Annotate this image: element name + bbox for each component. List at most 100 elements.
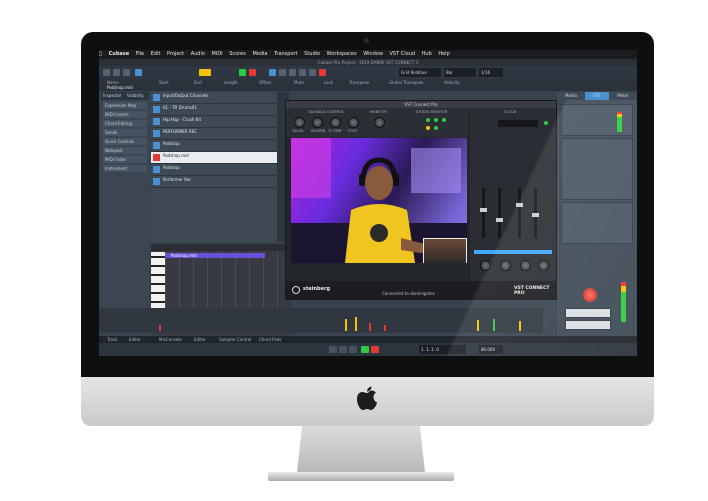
output-knob[interactable]: [480, 260, 491, 271]
record-button[interactable]: [249, 69, 256, 76]
redo-button[interactable]: [123, 69, 130, 76]
track-name: Padshop.mid: [163, 153, 189, 158]
inspector-section-notepad[interactable]: Notepad: [103, 147, 147, 154]
output-knob[interactable]: [500, 260, 511, 271]
self-view-thumbnail: [423, 238, 467, 263]
menu-cubase[interactable]: Cubase: [109, 51, 130, 57]
menu-midi[interactable]: MIDI: [212, 51, 223, 57]
track-name: Performer Rec: [163, 177, 192, 182]
controller-lane[interactable]: [99, 308, 543, 333]
track-row[interactable]: Padshop: [151, 140, 277, 152]
track-row[interactable]: Hip Hop - Crush Kit: [151, 116, 277, 128]
talkback-button[interactable]: [565, 320, 611, 330]
menu-window[interactable]: Window: [363, 51, 383, 57]
inspector-section-sends[interactable]: Sends: [103, 129, 147, 136]
monitor-section-label: MONITOR: [370, 110, 387, 114]
cloud-selector[interactable]: [498, 120, 538, 127]
visibility-tab[interactable]: Visibility: [123, 93, 144, 98]
activate-project-button[interactable]: [103, 69, 110, 76]
track-color-swatch: [153, 154, 160, 161]
inspector-section-instrument[interactable]: Instrument: [103, 165, 147, 172]
transport-record-button[interactable]: [371, 346, 379, 353]
tab-vst[interactable]: VST: [585, 92, 609, 100]
track-row[interactable]: Padshop: [151, 164, 277, 176]
inspector-section-quick-controls[interactable]: Quick Controls: [103, 138, 147, 145]
tab-chord-pads[interactable]: Chord Pads: [259, 336, 281, 343]
tab-editor[interactable]: Editor: [129, 336, 141, 343]
track-row[interactable]: Performer Rec: [151, 176, 277, 188]
menu-hub[interactable]: Hub: [422, 51, 432, 57]
output-knob[interactable]: [520, 260, 531, 271]
inspector-section-midi-fader[interactable]: MIDI Fader: [103, 156, 147, 163]
info-event-name[interactable]: Padshop.mid: [107, 85, 133, 90]
menu-studio[interactable]: Studio: [304, 51, 320, 57]
cycle-button[interactable]: [349, 346, 357, 353]
transport-play-button[interactable]: [361, 346, 369, 353]
menu-vst-cloud[interactable]: VST Cloud: [390, 51, 416, 57]
tab-track[interactable]: Track: [107, 336, 117, 343]
inspector-section-midi-inserts[interactable]: MIDI Inserts: [103, 111, 147, 118]
erase-tool[interactable]: [309, 69, 316, 76]
track-name: Padshop: [163, 165, 180, 170]
menu-project[interactable]: Project: [167, 51, 184, 57]
performer-knob[interactable]: [330, 117, 341, 128]
undo-button[interactable]: [113, 69, 120, 76]
mute-tool[interactable]: [319, 69, 326, 76]
menu-workspaces[interactable]: Workspaces: [327, 51, 357, 57]
tab-meter[interactable]: Meter: [611, 92, 635, 100]
cloud-section-label: CLOUD: [504, 110, 517, 114]
fader-handle[interactable]: [496, 218, 503, 222]
menu-scores[interactable]: Scores: [229, 51, 246, 57]
object-select-tool[interactable]: [269, 69, 276, 76]
status-led: [442, 118, 446, 122]
inspector-section-chord-editing[interactable]: Chord Editing: [103, 120, 147, 127]
velocity-bar: [477, 320, 479, 331]
status-led: [426, 118, 430, 122]
track-row[interactable]: PERFORMER REC: [151, 128, 277, 140]
menu-help[interactable]: Help: [438, 51, 449, 57]
preset-button[interactable]: [565, 308, 611, 318]
track-row-selected[interactable]: Padshop.mid: [151, 152, 277, 164]
range-tool[interactable]: [279, 69, 286, 76]
play-button[interactable]: [239, 69, 246, 76]
menu-audio[interactable]: Audio: [191, 51, 205, 57]
inspector-section-expression-map[interactable]: Expression Map: [103, 102, 147, 109]
automation-mode-button[interactable]: [199, 69, 211, 76]
quantize-select[interactable]: 1/16: [479, 68, 503, 77]
fader-handle[interactable]: [532, 213, 539, 217]
menu-media[interactable]: Media: [252, 51, 267, 57]
channel-strip: [561, 104, 633, 136]
menu-transport[interactable]: Transport: [274, 51, 297, 57]
menu-file[interactable]: File: [136, 51, 144, 57]
info-col-end: End: [194, 80, 202, 85]
foot-knob[interactable]: [348, 117, 359, 128]
snap-bar-select[interactable]: Bar: [444, 68, 476, 77]
tempo-display[interactable]: 80.000: [479, 345, 503, 354]
tab-media[interactable]: Media: [559, 92, 583, 100]
constrain-delay-button[interactable]: [135, 69, 142, 76]
track-row[interactable]: Input/Output Channels: [151, 92, 277, 104]
tab-editor-lower[interactable]: Editor: [194, 336, 206, 343]
forward-button[interactable]: [339, 346, 347, 353]
tab-sampler-control[interactable]: Sampler Control: [219, 336, 251, 343]
info-col-velocity: Velocity: [444, 80, 460, 85]
reverb-knob[interactable]: [312, 117, 323, 128]
apple-menu-icon[interactable]: : [99, 51, 102, 57]
output-knob[interactable]: [538, 260, 549, 271]
brand-name: steinberg: [303, 286, 331, 292]
glue-tool[interactable]: [299, 69, 306, 76]
track-row[interactable]: 01 - TR Drums01: [151, 104, 277, 116]
talkback-knob[interactable]: [294, 117, 305, 128]
menu-edit[interactable]: Edit: [151, 51, 161, 57]
inspector-tab[interactable]: Inspector: [101, 93, 122, 98]
rewind-button[interactable]: [329, 346, 337, 353]
track-name: Input/Output Channels: [163, 93, 209, 98]
monitor-knob[interactable]: [374, 117, 385, 128]
record-arm-button[interactable]: [583, 288, 597, 302]
fader-handle[interactable]: [480, 208, 487, 212]
tab-mixconsole[interactable]: MixConsole: [159, 336, 182, 343]
split-tool[interactable]: [289, 69, 296, 76]
grid-type-select[interactable]: Grid Relative: [399, 68, 441, 77]
imac-stand: [297, 426, 425, 472]
fader-handle[interactable]: [516, 203, 523, 207]
